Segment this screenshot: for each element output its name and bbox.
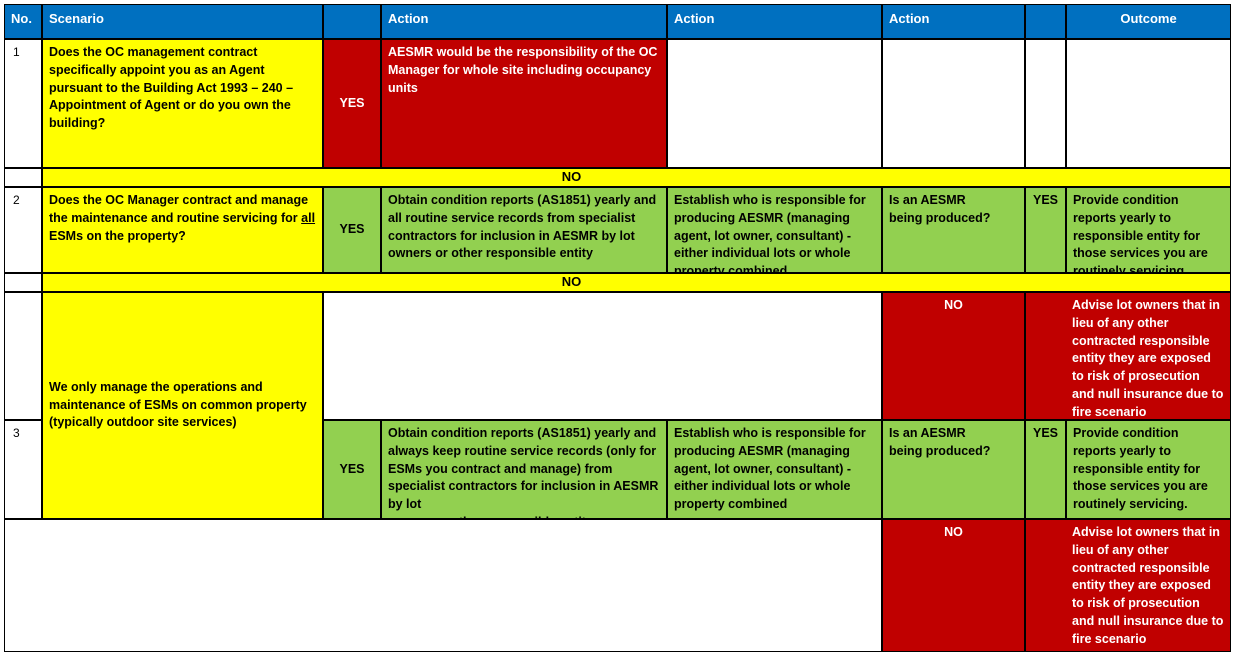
decision-matrix-table: No. Scenario Action Action Action Outcom… [0,0,1239,665]
row-2no-number [4,292,42,420]
row-2no-outcome: Advise lot owners that in lieu of any ot… [1025,292,1231,420]
row-1-action-2 [667,39,882,168]
header-action-1: Action [381,4,667,39]
row-2-answer: YES [323,187,381,273]
row-3no-outcome-text: Advise lot owners that in lieu of any ot… [1072,525,1224,646]
row-1-action-1-text: AESMR would be the responsibility of the… [388,45,658,95]
row-3-action-1-text: Obtain condition reports (AS1851) yearly… [388,426,659,518]
header-scenario: Scenario [42,4,323,39]
row-3-action-2: Establish who is responsible for produci… [667,420,882,519]
row-2-outcome-text: Provide condition reports yearly to resp… [1073,193,1208,273]
row-3-answer: YES [323,420,381,519]
row-1-scenario-text: Does the OC management contract specific… [49,45,294,130]
row-3-number: 3 [4,420,42,519]
row-3-answer-2: YES [1025,420,1066,519]
row-2no-action-3-answer-text: NO [944,298,963,312]
row-3-action-3-text: Is an AESMR being produced? [889,426,991,458]
divider-2-number [4,273,42,292]
row-2-action-2: Establish who is responsible for produci… [667,187,882,273]
header-action-3: Action [882,4,1025,39]
row-3no-outcome: Advise lot owners that in lieu of any ot… [1025,519,1231,652]
row-2no-action-3-answer: NO [882,292,1025,420]
row-2-action-2-text: Establish who is responsible for produci… [674,193,866,273]
header-answer-1 [323,4,381,39]
header-action-2: Action [667,4,882,39]
row-2no-outcome-text: Advise lot owners that in lieu of any ot… [1072,298,1224,419]
header-answer-2 [1025,4,1066,39]
row-2-answer-text: YES [339,222,365,237]
row-1-answer: YES [323,39,381,168]
row-3-action-1: Obtain condition reports (AS1851) yearly… [381,420,667,519]
divider-2-no-text: NO [561,274,582,290]
row-2-action-1: Obtain condition reports (AS1851) yearly… [381,187,667,273]
row-1-answer-text: YES [339,95,365,110]
row-3no-action-3-answer-text: NO [944,525,963,539]
divider-2-no: NO [42,273,1231,292]
row-2-number: 2 [4,187,42,273]
row-3-answer-text: YES [339,461,365,476]
row-2-action-3-text: Is an AESMR being produced? [889,193,991,225]
row-3-answer-2-text: YES [1032,426,1058,440]
divider-1-number [4,168,42,187]
row-3-outcome-text: Provide condition reports yearly to resp… [1073,426,1208,511]
row-1-action-3 [882,39,1025,168]
divider-1-no: NO [42,168,1231,187]
row-1-outcome [1066,39,1231,168]
row-2-answer-2: YES [1025,187,1066,273]
row-3no-action-3-answer: NO [882,519,1025,652]
row-3-scenario-text: We only manage the operations and mainte… [49,379,307,430]
row-1-scenario: Does the OC management contract specific… [42,39,323,168]
row-2-scenario: Does the OC Manager contract and manage … [42,187,323,273]
row-3-action-3: Is an AESMR being produced? [882,420,1025,519]
row-3-outcome: Provide condition reports yearly to resp… [1066,420,1231,519]
row-2no-blank-actions [323,292,882,420]
header-outcome: Outcome [1066,4,1231,39]
row-2-outcome: Provide condition reports yearly to resp… [1066,187,1231,273]
row-2-action-3: Is an AESMR being produced? [882,187,1025,273]
divider-1-no-text: NO [561,169,582,185]
row-1-answer-2 [1025,39,1066,168]
row-1-action-1: AESMR would be the responsibility of the… [381,39,667,168]
row-3-scenario: We only manage the operations and mainte… [42,292,323,519]
row-2-action-1-text: Obtain condition reports (AS1851) yearly… [388,193,657,261]
row-2-scenario-text: Does the OC Manager contract and manage … [49,193,316,243]
row-3no-blank [4,519,882,652]
row-2-answer-2-text: YES [1032,193,1058,207]
header-no: No. [4,4,42,39]
row-1-number: 1 [4,39,42,168]
row-2-scenario-emphasis: all [301,210,316,225]
row-3-action-2-text: Establish who is responsible for produci… [674,426,866,511]
